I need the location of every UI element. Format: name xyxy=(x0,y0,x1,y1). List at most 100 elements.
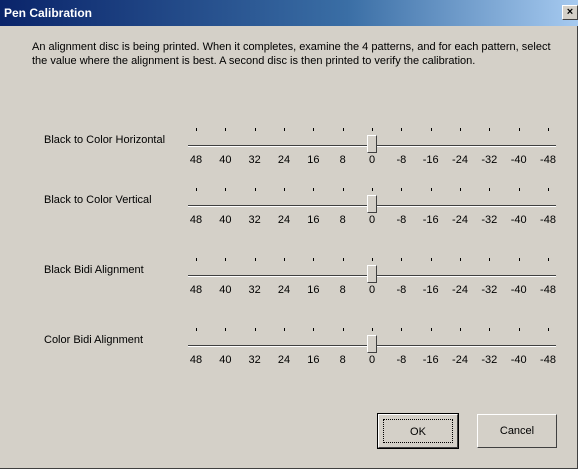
slider-label: Black Bidi Alignment xyxy=(44,264,144,276)
title-bar[interactable]: Pen Calibration × xyxy=(0,0,578,26)
scale-label: 48 xyxy=(189,284,203,296)
slider-tick xyxy=(518,328,520,331)
scale-label: 40 xyxy=(219,154,232,166)
scale-label: -48 xyxy=(540,284,556,296)
window-title: Pen Calibration xyxy=(4,6,93,20)
alignment-slider[interactable]: 48 40 32 24 16 8 0 -8 -16 -24 -32 -40 -48 xyxy=(188,258,556,304)
slider-tick xyxy=(430,258,432,261)
scale-label: 8 xyxy=(339,154,346,166)
slider-tick xyxy=(460,188,461,191)
scale-label: -40 xyxy=(510,214,527,226)
scale-label: -24 xyxy=(452,354,468,366)
slider-tick xyxy=(548,258,549,261)
scale-label: -48 xyxy=(540,354,556,366)
scale-label: -16 xyxy=(422,354,439,366)
scale-label: -40 xyxy=(510,284,527,296)
scale-label: 16 xyxy=(307,154,320,166)
scale-label: 8 xyxy=(339,284,346,296)
cancel-button[interactable]: Cancel xyxy=(477,414,557,448)
slider-tick xyxy=(518,258,520,261)
instructions-text: An alignment disc is being printed. When… xyxy=(32,41,551,67)
slider-tick xyxy=(342,328,344,331)
slider-tick xyxy=(460,258,461,261)
slider-tick xyxy=(518,188,520,191)
slider-tick xyxy=(460,328,461,331)
scale-label: -8 xyxy=(396,154,407,166)
alignment-slider[interactable]: 48 40 32 24 16 8 0 -8 -16 -24 -32 -40 -48 xyxy=(188,188,556,234)
slider-tick xyxy=(196,328,197,331)
scale-label: -32 xyxy=(481,214,498,226)
slider-tick xyxy=(254,128,256,131)
scale-label: -32 xyxy=(481,284,498,296)
scale-label: 0 xyxy=(368,354,376,366)
scale-label: -24 xyxy=(452,214,468,226)
scale-label: -24 xyxy=(452,284,468,296)
slider-tick xyxy=(518,128,520,131)
slider-tick xyxy=(284,128,285,131)
slider-tick xyxy=(254,188,256,191)
slider-row: Black to Color Horizontal 48 40 32 24 16 8 0 -8 -… xyxy=(0,128,578,178)
scale-label: 0 xyxy=(368,284,376,296)
slider-thumb[interactable] xyxy=(367,335,377,353)
slider-tick xyxy=(489,328,491,331)
slider-row: Black to Color Vertical 48 40 32 24 16 8 0 -8 -16… xyxy=(0,188,578,238)
slider-tick xyxy=(342,188,344,191)
slider-tick xyxy=(225,328,227,331)
slider-tick xyxy=(372,258,373,261)
close-icon: × xyxy=(566,6,574,18)
scale-label: -16 xyxy=(422,214,439,226)
scale-label: 48 xyxy=(189,154,203,166)
scale-label: 16 xyxy=(307,354,320,366)
slider-thumb[interactable] xyxy=(367,135,377,153)
slider-tick xyxy=(372,328,373,331)
slider-tick xyxy=(313,328,315,331)
scale-label: 8 xyxy=(339,354,346,366)
scale-label: 32 xyxy=(248,214,261,226)
scale-label: -40 xyxy=(510,354,527,366)
slider-thumb[interactable] xyxy=(367,195,377,213)
alignment-slider[interactable]: 48 40 32 24 16 8 0 -8 -16 -24 -32 -40 -48 xyxy=(188,328,556,374)
slider-tick xyxy=(430,128,432,131)
slider-tick xyxy=(284,258,285,261)
slider-tick xyxy=(460,128,461,131)
scale-label: 24 xyxy=(277,354,291,366)
slider-label: Black to Color Vertical xyxy=(44,194,152,206)
scale-label: 24 xyxy=(277,214,291,226)
slider-tick xyxy=(313,128,315,131)
slider-tick xyxy=(489,128,491,131)
scale-label: 0 xyxy=(368,214,376,226)
scale-label: -40 xyxy=(510,154,527,166)
slider-tick xyxy=(430,328,432,331)
slider-tick xyxy=(284,328,285,331)
slider-thumb[interactable] xyxy=(367,265,377,283)
scale-label: -16 xyxy=(422,284,439,296)
scale-label: 16 xyxy=(307,214,320,226)
scale-label: -48 xyxy=(540,214,556,226)
cancel-button-label: Cancel xyxy=(499,425,535,437)
slider-tick xyxy=(430,188,432,191)
slider-tick xyxy=(196,188,197,191)
scale-label: 48 xyxy=(189,214,203,226)
scale-label: 16 xyxy=(307,284,320,296)
close-button[interactable]: × xyxy=(562,5,578,20)
alignment-slider[interactable]: 48 40 32 24 16 8 0 -8 -16 -24 -32 -40 -48 xyxy=(188,128,556,174)
pen-calibration-dialog: Pen Calibration × An alignment disc is b… xyxy=(0,0,578,469)
slider-tick xyxy=(372,188,373,191)
ok-button[interactable]: OK xyxy=(377,413,459,449)
scale-label: -8 xyxy=(396,214,407,226)
slider-tick xyxy=(401,128,403,131)
scale-label: 32 xyxy=(248,354,261,366)
scale-label: -16 xyxy=(422,154,439,166)
slider-tick xyxy=(225,258,227,261)
slider-tick xyxy=(401,188,403,191)
slider-tick xyxy=(313,188,315,191)
scale-label: 48 xyxy=(189,354,203,366)
slider-label: Color Bidi Alignment xyxy=(44,334,144,346)
slider-tick xyxy=(342,258,344,261)
slider-tick xyxy=(401,328,403,331)
scale-label: 24 xyxy=(277,284,291,296)
slider-tick xyxy=(489,188,491,191)
scale-label: 40 xyxy=(219,284,232,296)
scale-label: 24 xyxy=(277,154,291,166)
ok-button-focus: OK xyxy=(383,419,453,443)
